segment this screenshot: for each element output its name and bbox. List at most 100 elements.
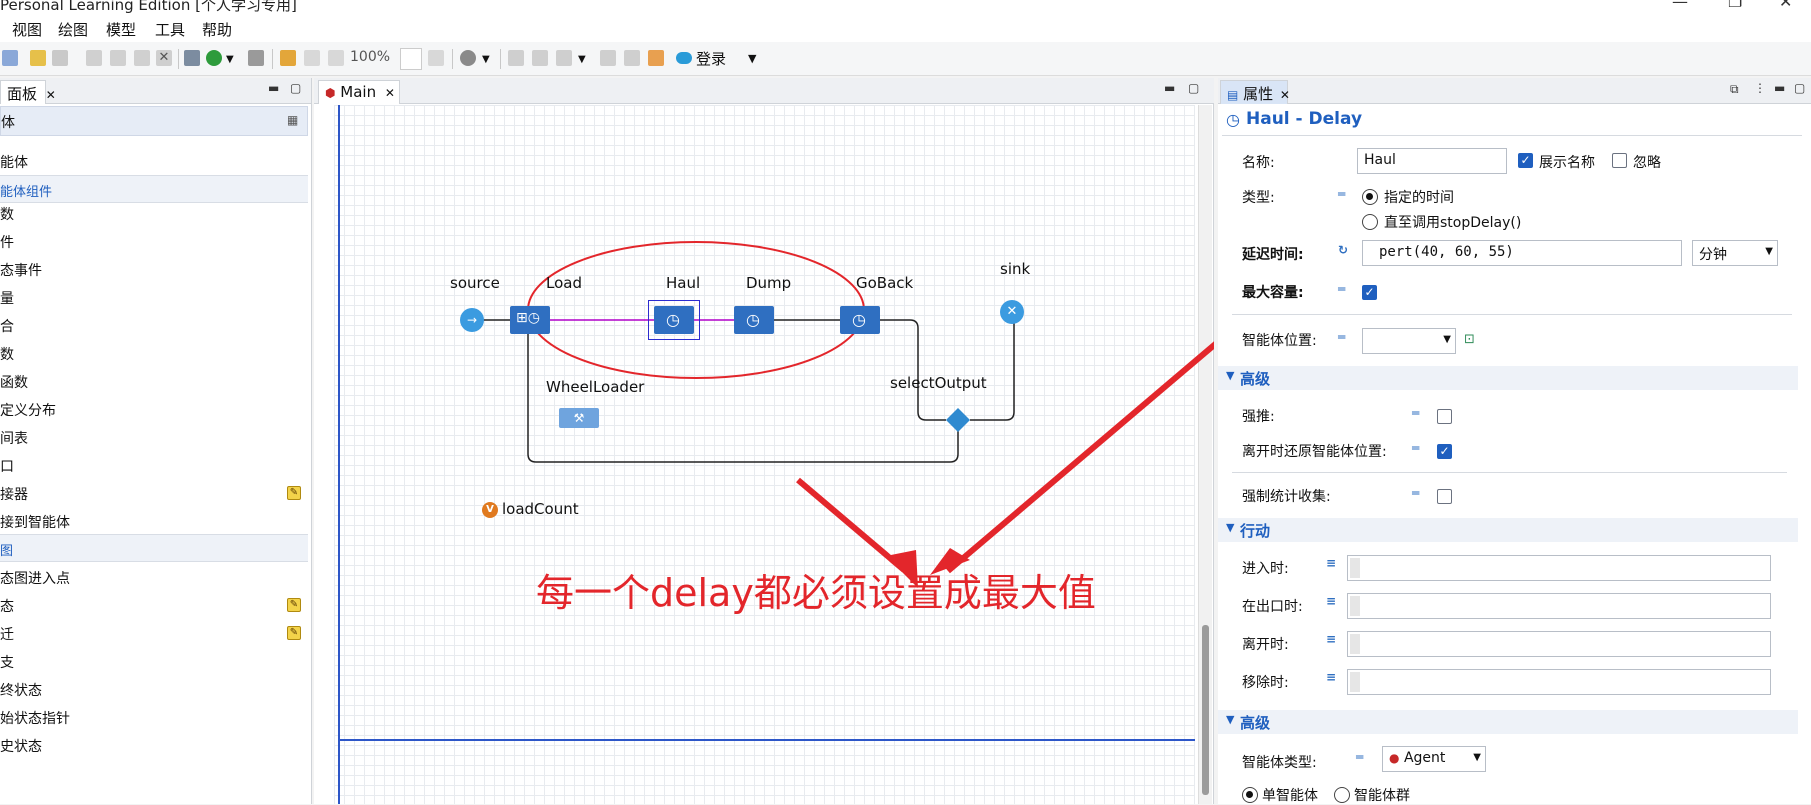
view-toggle-icon[interactable]: ▦ [287,113,298,127]
palette-item[interactable]: 件 [0,232,14,252]
cut-icon[interactable] [86,50,102,66]
login-button[interactable]: 登录 [696,48,726,69]
grid-icon[interactable] [508,50,524,66]
menu-tools[interactable]: 工具 [155,19,185,40]
palette-item[interactable]: 数 [0,344,14,364]
tab-palette[interactable]: 面板 ✕ [0,80,56,104]
palette-item-agent[interactable]: 能体 [0,152,28,172]
label-loadcount[interactable]: loadCount [502,500,579,518]
menu-icon[interactable]: ⋮ [1754,81,1766,95]
hand-dropdown-icon[interactable]: ▼ [482,54,490,65]
static-value-icon[interactable]: ═ [1338,187,1345,201]
palette-item[interactable]: 定义分布 [0,400,56,420]
close-icon[interactable]: ✕ [1280,88,1290,102]
align-icon[interactable] [532,50,548,66]
hand-icon[interactable] [460,50,476,66]
paste-icon[interactable] [110,50,126,66]
delete-icon[interactable]: ✕ [156,50,172,66]
ignore-checkbox[interactable] [1612,153,1627,168]
menu-model[interactable]: 模型 [106,19,136,40]
population-radio[interactable] [1334,787,1350,803]
fire-icon[interactable] [648,50,664,66]
menu-help[interactable]: 帮助 [202,19,232,40]
static-value-icon[interactable]: ═ [1412,486,1419,500]
ungroup-icon[interactable] [600,50,616,66]
delay-block-haul[interactable]: ◷ [654,306,694,334]
delay-block-dump[interactable]: ◷ [734,306,774,334]
maximize-pane-icon[interactable]: ▢ [290,81,301,95]
zoom-in-icon[interactable] [428,50,444,66]
palette-item[interactable]: 量 [0,288,14,308]
copy-icon[interactable] [2,50,18,66]
restore-location-checkbox[interactable]: ✓ [1437,444,1452,459]
minimize-icon[interactable]: — [1672,0,1688,11]
palette-item[interactable]: 迁 [0,624,14,644]
palette-item[interactable]: 接器 [0,484,28,504]
on-enter-code-field[interactable] [1347,555,1771,581]
minimize-pane-icon[interactable]: ▬ [268,81,279,95]
new-window-icon[interactable]: ⧉ [1730,82,1739,97]
menu-view[interactable]: 视图 [12,19,42,40]
minimize-pane-icon[interactable]: ▬ [1774,81,1785,95]
maximize-icon[interactable]: ❐ [1728,0,1742,11]
dynamic-value-icon[interactable]: ↻ [1338,243,1348,257]
agent-type-select[interactable]: ● Agent ▼ [1382,746,1486,772]
palette-item[interactable]: 口 [0,456,14,476]
palette-item[interactable]: 始状态指针 [0,708,70,728]
palette-item[interactable]: 态图进入点 [0,568,70,588]
seize-block-load[interactable]: ⊞◷ [510,306,550,334]
delay-time-input[interactable]: pert(40, 60, 55) [1362,240,1682,266]
static-value-icon[interactable]: ═ [1412,441,1419,455]
static-value-icon[interactable]: ═ [1338,282,1345,296]
palette-section-agent-components[interactable]: 能体组件 [0,175,308,203]
redo-icon[interactable] [52,50,68,66]
palette-header[interactable]: 体 ▦ [0,106,308,136]
build-icon[interactable] [184,50,200,66]
palette-item[interactable]: 数 [0,204,14,224]
zoom-dropdown[interactable] [400,48,422,70]
tab-properties[interactable]: ▤ 属性 ✕ [1220,80,1290,104]
palette-item[interactable]: 态事件 [0,260,42,280]
palette-item[interactable]: 接到智能体 [0,512,70,532]
max-capacity-checkbox[interactable]: ✓ [1362,285,1377,300]
static-value-icon[interactable]: ═ [1338,330,1345,344]
single-agent-radio[interactable] [1242,787,1258,803]
menu-draw[interactable]: 绘图 [58,19,88,40]
sink-block[interactable]: ✕ [1000,300,1024,324]
group-dropdown-icon[interactable]: ▼ [578,54,586,65]
variable-icon[interactable]: V [482,502,498,518]
clipboard-icon[interactable] [134,50,150,66]
login-dropdown-icon[interactable]: ▼ [748,52,756,65]
push-checkbox[interactable] [1437,409,1452,424]
close-icon[interactable]: ✕ [46,88,56,102]
on-remove-code-field[interactable] [1347,669,1771,695]
brush-icon[interactable] [280,50,296,66]
palette-item[interactable]: 史状态 [0,736,42,756]
show-name-checkbox[interactable]: ✓ [1518,153,1533,168]
run-icon[interactable] [206,50,222,66]
section-actions[interactable]: ▼ 行动 [1218,518,1798,542]
on-leave-code-field[interactable] [1347,631,1771,657]
stop-icon[interactable] [248,50,264,66]
section-advanced-2[interactable]: ▼ 高级 [1218,710,1798,734]
pick-location-icon[interactable]: ⊡ [1464,332,1475,347]
resource-pool-icon[interactable]: ⚒ [559,408,599,428]
on-exit-port-code-field[interactable] [1347,593,1771,619]
agent-location-select[interactable]: ▼ [1362,328,1456,354]
palette-item[interactable]: 终状态 [0,680,42,700]
zoom-out-icon[interactable] [328,50,344,66]
palette-item[interactable]: 态 [0,596,14,616]
delay-block-goback[interactable]: ◷ [840,306,880,334]
palette-item[interactable]: 支 [0,652,14,672]
static-value-icon[interactable]: ═ [1412,406,1419,420]
static-value-icon[interactable]: ═ [1356,750,1363,764]
palette-section-statechart[interactable]: 图 [0,534,308,562]
delay-unit-select[interactable]: 分钟 ▼ [1692,240,1778,266]
close-icon[interactable]: ✕ [1779,0,1792,11]
palette-item[interactable]: 合 [0,316,14,336]
layer-icon[interactable] [624,50,640,66]
palette-item[interactable]: 间表 [0,428,28,448]
source-block[interactable]: → [460,308,484,332]
palette-item[interactable]: 函数 [0,372,28,392]
force-stats-checkbox[interactable] [1437,489,1452,504]
